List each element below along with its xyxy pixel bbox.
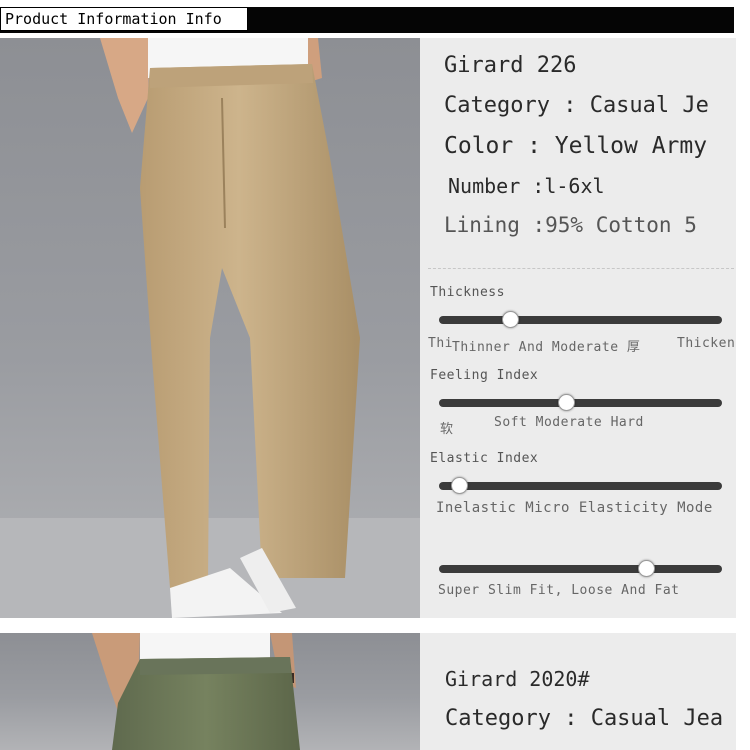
product-size-range: Number :l-6xl bbox=[448, 174, 605, 198]
product-model: Girard 226 bbox=[444, 53, 577, 78]
thickness-scale-mid: Thinner And Moderate 厚 bbox=[452, 340, 641, 355]
elastic-scale-mid: Inelastic Micro Elasticity Mode bbox=[436, 500, 713, 516]
thickness-slider bbox=[439, 311, 722, 328]
product-photo-army-green bbox=[0, 633, 420, 750]
feeling-scale-mid: Soft Moderate Hard bbox=[494, 415, 644, 430]
product-category: Category : Casual Je bbox=[444, 93, 709, 118]
feeling-scale-left: 软 bbox=[440, 422, 454, 437]
header-title: Product Information Info bbox=[0, 7, 248, 31]
elastic-index-slider bbox=[439, 477, 722, 494]
elastic-index-label: Elastic Index bbox=[430, 451, 539, 466]
product-photo-khaki bbox=[0, 38, 420, 618]
product-2-model: Girard 2020# bbox=[445, 667, 590, 691]
thickness-scale-right: Thicken bbox=[677, 336, 736, 351]
product-lining: Lining :95% Cotton 5 bbox=[444, 213, 697, 237]
divider bbox=[428, 268, 734, 269]
fit-slider bbox=[439, 560, 722, 577]
elastic-index-knob bbox=[450, 477, 468, 494]
khaki-pants-illustration bbox=[0, 38, 420, 618]
thickness-knob bbox=[501, 311, 519, 328]
product-info-panel-2 bbox=[420, 633, 736, 750]
feeling-index-slider bbox=[439, 394, 722, 411]
fit-scale-mid: Super Slim Fit, Loose And Fat bbox=[438, 583, 680, 598]
product-2-category: Category : Casual Jea bbox=[445, 706, 724, 731]
fit-knob bbox=[637, 560, 655, 577]
army-green-pants-illustration bbox=[92, 633, 300, 750]
feeling-index-label: Feeling Index bbox=[430, 368, 539, 383]
product-color: Color : Yellow Army bbox=[444, 133, 708, 159]
thickness-label: Thickness bbox=[430, 285, 505, 300]
thickness-scale-left: Thi bbox=[428, 336, 453, 351]
product-info-panel-1 bbox=[420, 38, 736, 618]
